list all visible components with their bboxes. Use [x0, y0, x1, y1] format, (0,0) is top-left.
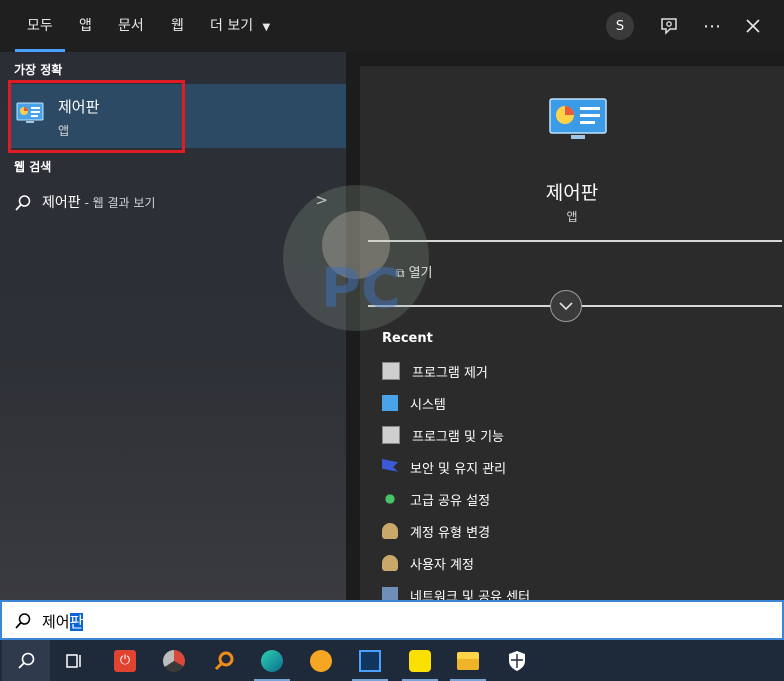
recent-item-label: 고급 공유 설정 [410, 493, 491, 509]
chevron-down-icon: ▼ [262, 22, 271, 33]
outlook-like-icon [359, 649, 381, 672]
recent-item[interactable]: 보안 및 유지 관리 [382, 455, 506, 479]
chrome-like-icon [163, 649, 185, 672]
web-result-suffix: - 웹 결과 보기 [80, 196, 156, 210]
best-match-label: 가장 정확 [14, 63, 63, 77]
search-app-icon [214, 651, 234, 670]
file-explorer-icon [457, 651, 479, 670]
recent-item[interactable]: 시스템 [382, 391, 446, 415]
avatar[interactable]: S [606, 12, 634, 40]
taskbar-app-kakaotalk[interactable] [396, 640, 444, 681]
tab-apps[interactable]: 앱 [79, 0, 92, 52]
task-view-button[interactable] [50, 640, 98, 681]
tab-all[interactable]: 모두 [15, 0, 65, 52]
svg-text:P: P [321, 257, 361, 320]
best-match-title: 제어판 [58, 98, 100, 116]
taskbar-app-outlook[interactable] [346, 640, 394, 681]
recent-item-label: 프로그램 및 기능 [412, 429, 504, 445]
best-match-subtitle: 앱 [58, 124, 70, 138]
tab-more[interactable]: 더 보기 ▼ [210, 0, 270, 52]
recent-item[interactable]: 프로그램 제거 [382, 359, 488, 383]
taskbar-app-face[interactable] [297, 640, 345, 681]
program-icon [382, 426, 400, 444]
security-shield-icon [509, 650, 525, 671]
face-app-icon [310, 649, 332, 672]
users-icon [382, 523, 398, 539]
taskbar-app-browser[interactable] [150, 640, 198, 681]
recent-item-label: 시스템 [410, 397, 446, 413]
taskbar: ⏻ [0, 640, 784, 681]
search-icon [15, 613, 31, 629]
media-app-icon [261, 649, 283, 672]
svg-text:C: C [361, 257, 401, 320]
control-panel-large-icon [549, 98, 607, 139]
taskbar-app-media[interactable] [248, 640, 296, 681]
top-bar: 모두 앱 문서 웹 더 보기 ▼ S ⋯ [0, 0, 784, 52]
taskbar-app-security[interactable] [493, 640, 541, 681]
recent-item[interactable]: 프로그램 및 기능 [382, 423, 504, 447]
detail-card: 제어판 앱 ⧉ 열기 Recent 프로그램 제거 시스템 프로그램 및 기능 보… [360, 66, 784, 605]
recent-item[interactable]: 계정 유형 변경 [382, 519, 490, 543]
users-icon [382, 555, 398, 571]
task-view-icon [66, 653, 81, 668]
taskbar-search-button[interactable] [2, 640, 50, 681]
tab-documents[interactable]: 문서 [118, 0, 144, 52]
web-result-query: 제어판 [42, 195, 81, 211]
power-app-icon: ⏻ [114, 649, 136, 672]
watermark-logo: P C [283, 185, 429, 331]
divider [368, 240, 782, 242]
kakaotalk-icon [409, 649, 431, 672]
search-input[interactable]: 제어판 [42, 611, 84, 632]
search-selected-text: 판 [69, 613, 84, 631]
recent-item[interactable]: 고급 공유 설정 [382, 487, 490, 511]
taskbar-app-search[interactable] [200, 640, 248, 681]
search-bar[interactable]: 제어판 [0, 600, 784, 640]
recent-item-label: 계정 유형 변경 [410, 525, 491, 541]
recent-item[interactable]: 사용자 계정 [382, 551, 474, 575]
search-typed-text: 제어 [42, 613, 70, 631]
expand-button[interactable] [550, 290, 582, 322]
web-search-label: 웹 검색 [14, 160, 52, 174]
flag-icon [382, 459, 398, 472]
close-icon[interactable] [744, 0, 762, 52]
chevron-down-icon [559, 302, 573, 311]
recent-item-label: 보안 및 유지 관리 [410, 461, 507, 477]
tab-web[interactable]: 웹 [171, 0, 184, 52]
search-icon [15, 195, 31, 211]
network-sharing-icon [382, 491, 398, 507]
program-icon [382, 362, 400, 380]
best-match-item[interactable]: 제어판 앱 [10, 84, 346, 148]
control-panel-icon [16, 102, 44, 123]
recent-item-label: 사용자 계정 [410, 557, 474, 573]
more-options-icon[interactable]: ⋯ [703, 0, 721, 52]
taskbar-app-explorer[interactable] [444, 640, 492, 681]
search-icon [18, 652, 35, 669]
recent-item-label: 프로그램 제거 [412, 365, 488, 381]
tab-more-label: 더 보기 [210, 18, 254, 34]
feedback-icon[interactable] [658, 0, 680, 52]
system-icon [382, 395, 398, 411]
taskbar-app-power[interactable]: ⏻ [101, 640, 149, 681]
recent-label: Recent [382, 331, 433, 346]
